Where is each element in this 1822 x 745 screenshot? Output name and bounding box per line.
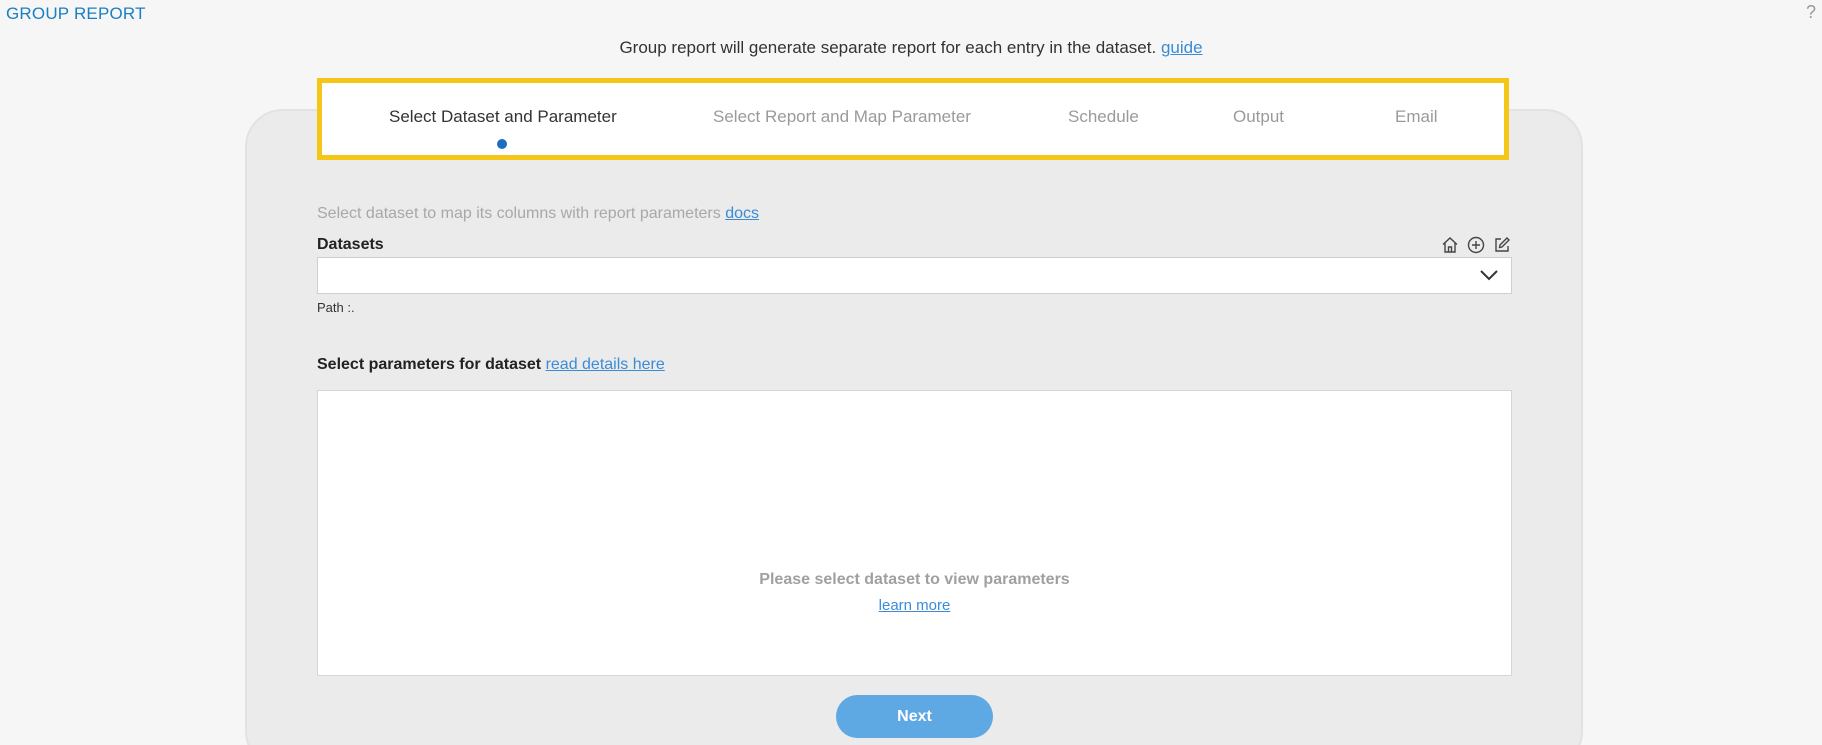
add-circle-icon[interactable]	[1466, 235, 1486, 255]
dataset-toolbar	[1440, 235, 1512, 255]
edit-icon[interactable]	[1492, 235, 1512, 255]
step-label: Select Report and Map Parameter	[713, 107, 971, 126]
step-schedule[interactable]: Schedule	[1068, 107, 1139, 127]
help-icon[interactable]: ?	[1806, 2, 1816, 23]
step-select-report[interactable]: Select Report and Map Parameter	[713, 107, 971, 127]
intro-text: Group report will generate separate repo…	[0, 38, 1822, 58]
datasets-select[interactable]	[317, 257, 1512, 294]
learn-more-wrapper: learn more	[318, 597, 1511, 614]
step-select-dataset[interactable]: Select Dataset and Parameter	[389, 107, 617, 127]
dataset-hint-text: Select dataset to map its columns with r…	[317, 205, 721, 222]
empty-parameters-message: Please select dataset to view parameters	[759, 571, 1070, 588]
docs-link[interactable]: docs	[725, 205, 759, 222]
datasets-label: Datasets	[317, 236, 384, 253]
step-label: Select Dataset and Parameter	[389, 107, 617, 126]
intro-description: Group report will generate separate repo…	[619, 38, 1157, 57]
dataset-path: Path :.	[317, 300, 355, 315]
parameters-area: Please select dataset to view parameters…	[317, 390, 1512, 676]
chevron-down-icon	[1479, 268, 1499, 287]
read-details-link[interactable]: read details here	[546, 356, 665, 373]
next-button[interactable]: Next	[836, 695, 993, 738]
step-label: Schedule	[1068, 107, 1139, 126]
home-icon[interactable]	[1440, 235, 1460, 255]
parameters-title-text: Select parameters for dataset	[317, 356, 542, 373]
wizard-stepper: Select Dataset and Parameter Select Repo…	[317, 78, 1509, 160]
parameters-title: Select parameters for dataset read detai…	[317, 356, 665, 374]
dataset-hint: Select dataset to map its columns with r…	[317, 205, 759, 223]
step-label: Output	[1233, 107, 1285, 126]
guide-link[interactable]: guide	[1161, 38, 1203, 57]
learn-more-link[interactable]: learn more	[879, 597, 951, 614]
page-title: GROUP REPORT	[6, 4, 146, 23]
step-label: Email	[1395, 107, 1438, 126]
step-output[interactable]: Output	[1233, 107, 1284, 127]
step-email[interactable]: Email	[1395, 107, 1438, 127]
active-step-indicator	[497, 139, 507, 149]
